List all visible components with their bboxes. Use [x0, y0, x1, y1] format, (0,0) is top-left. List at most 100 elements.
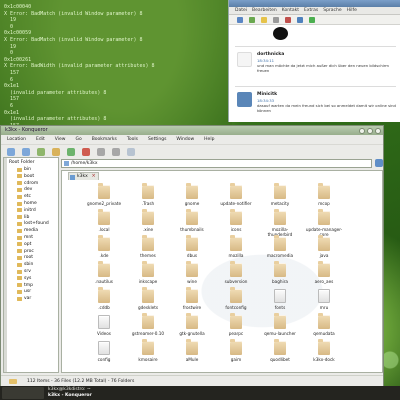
file-icon-view[interactable]: k3kx × gnome2_private .Trash gnome update-n…: [61, 170, 383, 373]
send-icon[interactable]: [237, 16, 243, 23]
location-input[interactable]: /home/k3kx: [61, 158, 372, 168]
chat-menu-item[interactable]: Extras: [304, 8, 318, 13]
file-item[interactable]: gtk-gnutella: [172, 313, 212, 342]
file-item[interactable]: .local: [84, 209, 124, 238]
home-icon[interactable]: [52, 147, 60, 156]
smiley-icon[interactable]: [261, 16, 267, 23]
settings-icon[interactable]: [273, 16, 279, 23]
file-item[interactable]: qemu-launcher: [260, 313, 300, 342]
tree-item-proc[interactable]: proc: [17, 249, 34, 254]
file-item[interactable]: update-manager-core: [304, 209, 344, 238]
file-item[interactable]: fonts: [260, 289, 300, 316]
tree-item-boot[interactable]: boot: [17, 174, 34, 179]
menu-item-go[interactable]: Go: [75, 137, 81, 142]
file-item[interactable]: thumbnails: [172, 209, 212, 238]
chat-menu-item[interactable]: Datei: [235, 8, 247, 13]
file-item[interactable]: .cddb: [84, 287, 124, 316]
file-item[interactable]: .xine: [128, 209, 168, 238]
chat-titlebar[interactable]: [229, 0, 400, 7]
zoom-in-icon[interactable]: [97, 147, 105, 156]
tree-item-mnt[interactable]: mnt: [17, 235, 33, 240]
history-icon[interactable]: [285, 16, 291, 23]
file-item[interactable]: aero_aes: [304, 261, 344, 290]
tree-item-bin[interactable]: bin: [17, 167, 31, 172]
desktop-pager[interactable]: [2, 387, 44, 399]
file-item[interactable]: themes: [128, 235, 168, 264]
stop-icon[interactable]: [82, 147, 90, 156]
file-item[interactable]: k3kx-dock: [304, 339, 344, 368]
file-item[interactable]: gnome: [172, 183, 212, 212]
folder-tree-panel[interactable]: Root Folder bin boot cdrom dev etc home initrd l…: [3, 157, 59, 373]
tree-item-sys[interactable]: sys: [17, 276, 31, 281]
go-icon[interactable]: [375, 159, 383, 167]
menu-item-view[interactable]: View: [55, 137, 66, 142]
file-item[interactable]: .nautilus: [84, 261, 124, 290]
chat-menu-item[interactable]: Kontakt: [282, 8, 299, 13]
forward-icon[interactable]: [22, 147, 30, 156]
reload-icon[interactable]: [67, 147, 75, 156]
file-item[interactable]: gstreamer-0.10: [128, 313, 168, 342]
sidebar-tabs[interactable]: [4, 158, 7, 372]
back-icon[interactable]: [7, 147, 15, 156]
chat-menu-item[interactable]: Sprache: [323, 8, 341, 13]
file-item[interactable]: pearpc: [216, 313, 256, 342]
file-item[interactable]: java: [304, 235, 344, 264]
maximize-icon[interactable]: [367, 127, 373, 134]
konqueror-titlebar[interactable]: k3kx - Konqueror: [1, 126, 383, 135]
tree-item-sbin[interactable]: sbin: [17, 262, 33, 267]
file-item[interactable]: mozilla: [216, 235, 256, 264]
tree-item-root[interactable]: root: [17, 255, 33, 260]
file-item[interactable]: mcop: [304, 183, 344, 212]
tree-item-var[interactable]: var: [17, 296, 31, 301]
tab-home[interactable]: k3kx ×: [68, 172, 99, 180]
menu-item-window[interactable]: Window: [176, 137, 194, 142]
tree-item-etc[interactable]: etc: [17, 194, 31, 199]
file-item[interactable]: .kde: [84, 235, 124, 264]
chat-menu-item[interactable]: Hilfe: [347, 8, 357, 13]
taskbar-item-konqueror[interactable]: k3kx - Konqueror: [48, 393, 92, 399]
up-icon[interactable]: [37, 147, 45, 156]
file-item[interactable]: gdeskle​ts: [128, 287, 168, 316]
add-contact-icon[interactable]: [249, 16, 255, 23]
tree-item-home[interactable]: home: [17, 201, 37, 206]
tree-item-lostfound[interactable]: lost+found: [17, 221, 49, 226]
tree-item-lib[interactable]: lib: [17, 215, 29, 220]
file-item[interactable]: baghira: [260, 261, 300, 290]
close-tab-icon[interactable]: ×: [92, 173, 96, 180]
file-item[interactable]: config: [84, 341, 124, 368]
tree-item-cdrom[interactable]: cdrom: [17, 181, 38, 186]
close-icon[interactable]: [375, 127, 381, 134]
file-item[interactable]: mru: [304, 289, 344, 316]
file-item[interactable]: mozilla-thunderbird: [260, 209, 300, 238]
file-item[interactable]: dbus: [172, 235, 212, 264]
file-item[interactable]: Videos: [84, 315, 124, 342]
file-item[interactable]: .Trash: [128, 183, 168, 212]
tree-item-tmp[interactable]: tmp: [17, 283, 33, 288]
file-item[interactable]: qemudata: [304, 313, 344, 342]
file-item[interactable]: icons: [216, 209, 256, 238]
file-item[interactable]: metacity: [260, 183, 300, 212]
icon-view-icon[interactable]: [127, 147, 135, 156]
menu-item-edit[interactable]: Edit: [36, 137, 45, 142]
menu-item-settings[interactable]: Settings: [148, 137, 166, 142]
menu-item-help[interactable]: Help: [204, 137, 214, 142]
chat-menu-item[interactable]: Bearbeiten: [252, 8, 277, 13]
file-item[interactable]: quodlibet: [260, 339, 300, 368]
menu-item-tools[interactable]: Tools: [127, 137, 138, 142]
menu-item-bookmarks[interactable]: Bookmarks: [92, 137, 117, 142]
file-item[interactable]: aMule: [172, 339, 212, 368]
tree-root-folder[interactable]: Root Folder: [9, 160, 35, 165]
minimize-icon[interactable]: [359, 127, 365, 134]
file-item[interactable]: kmosaire: [128, 339, 168, 368]
tree-item-dev[interactable]: dev: [17, 187, 32, 192]
tree-item-media[interactable]: media: [17, 228, 38, 233]
file-item[interactable]: fontconfig: [216, 287, 256, 316]
tree-item-usr[interactable]: usr: [17, 289, 31, 294]
file-item[interactable]: gaim: [216, 339, 256, 368]
file-item[interactable]: inkscape: [128, 261, 168, 290]
file-item[interactable]: frostwire: [172, 287, 212, 316]
chat-window[interactable]: Datei Bearbeiten Kontakt Extras Sprache Hilfe…: [228, 0, 400, 122]
file-item[interactable]: wine: [172, 261, 212, 290]
check-icon[interactable]: [309, 16, 315, 23]
zoom-out-icon[interactable]: [112, 147, 120, 156]
